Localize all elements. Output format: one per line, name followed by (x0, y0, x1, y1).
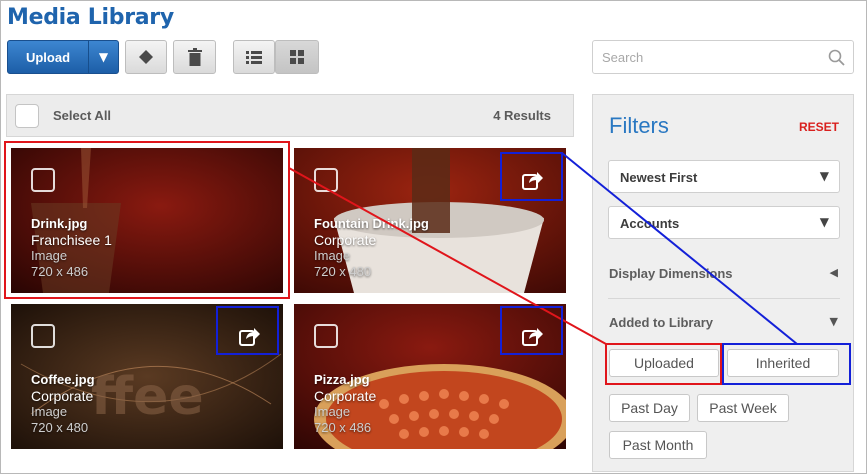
sort-select[interactable]: Newest First ▼ (608, 160, 840, 193)
filter-chip-past-day[interactable]: Past Day (609, 394, 690, 422)
page-title: Media Library (7, 5, 174, 30)
reset-button[interactable]: RESET (799, 120, 839, 134)
selection-bar: Select All 4 Results (6, 94, 574, 137)
chevron-down-icon: ▼ (819, 215, 829, 229)
media-type: Image (31, 248, 68, 263)
dimensions: 720 x 480 (31, 420, 89, 435)
list-view-button[interactable] (233, 40, 275, 74)
chip-label: Uploaded (634, 355, 694, 371)
section-label: Added to Library (609, 315, 714, 330)
list-view-icon (246, 51, 262, 64)
chip-label: Past Day (621, 400, 678, 416)
grid-view-icon (290, 50, 304, 64)
filter-chip-past-month[interactable]: Past Month (609, 431, 707, 459)
tag-icon (139, 50, 153, 64)
trash-icon (187, 48, 202, 66)
media-meta: Coffee.jpg Corporate Image 720 x 480 (31, 372, 95, 436)
media-meta: Fountain Drink.jpg Corporate Image 720 x… (314, 216, 429, 280)
chevron-down-icon: ▼ (819, 169, 829, 183)
grid-view-button[interactable] (275, 40, 319, 74)
media-type: Image (314, 404, 351, 419)
file-name: Drink.jpg (31, 216, 88, 231)
section-label: Display Dimensions (609, 266, 733, 281)
file-name: Pizza.jpg (314, 372, 370, 387)
tile-checkbox[interactable] (314, 168, 338, 192)
chevron-down-icon: ▼ (829, 315, 838, 328)
filter-chip-inherited[interactable]: Inherited (727, 349, 839, 377)
media-tile-fountain-drink[interactable]: Fountain Drink.jpg Corporate Image 720 x… (294, 148, 566, 293)
select-all-label[interactable]: Select All (53, 108, 111, 123)
chip-label: Past Week (709, 400, 777, 416)
chip-label: Inherited (755, 355, 811, 371)
owner: Corporate (31, 388, 94, 404)
media-meta: Pizza.jpg Corporate Image 720 x 486 (314, 372, 376, 436)
file-name: Coffee.jpg (31, 372, 95, 387)
display-dimensions-section[interactable]: Display Dimensions ◀ (608, 263, 840, 285)
file-name: Fountain Drink.jpg (314, 216, 429, 231)
accounts-select[interactable]: Accounts ▼ (608, 206, 840, 239)
filters-title: Filters (609, 113, 669, 138)
media-tile-pizza[interactable]: Pizza.jpg Corporate Image 720 x 486 (294, 304, 566, 449)
edit-tag-button[interactable] (125, 40, 167, 74)
select-all-checkbox[interactable] (15, 104, 39, 128)
upload-button-label: Upload (25, 49, 71, 65)
tile-checkbox[interactable] (31, 168, 55, 192)
svg-text:ffee: ffee (91, 367, 204, 427)
dimensions: 720 x 480 (314, 264, 372, 279)
accounts-select-value: Accounts (620, 216, 680, 231)
divider (608, 298, 840, 299)
media-meta: Drink.jpg Franchisee 1 Image 720 x 486 (31, 216, 112, 280)
media-tile-drink[interactable]: Drink.jpg Franchisee 1 Image 720 x 486 (11, 148, 283, 293)
owner: Corporate (314, 232, 377, 248)
share-icon[interactable] (522, 170, 544, 190)
media-tile-coffee[interactable]: ffee Coffee.jpg Corporate Image 720 x 48… (11, 304, 283, 449)
filter-chip-past-week[interactable]: Past Week (697, 394, 789, 422)
chip-label: Past Month (622, 437, 694, 453)
triangle-down-icon[interactable]: ▼ (89, 50, 118, 64)
tile-checkbox[interactable] (314, 324, 338, 348)
search-icon[interactable] (828, 49, 845, 66)
tile-checkbox[interactable] (31, 324, 55, 348)
dimensions: 720 x 486 (314, 420, 372, 435)
share-icon[interactable] (239, 326, 261, 346)
search-input[interactable] (593, 41, 818, 73)
share-icon[interactable] (522, 326, 544, 346)
upload-button[interactable]: Upload ▼ (7, 40, 119, 74)
owner: Franchisee 1 (31, 232, 112, 248)
sort-select-value: Newest First (620, 170, 698, 185)
owner: Corporate (314, 388, 377, 404)
search-box (592, 40, 854, 74)
filter-chip-uploaded[interactable]: Uploaded (609, 349, 719, 377)
media-type: Image (314, 248, 351, 263)
media-type: Image (31, 404, 68, 419)
dimensions: 720 x 486 (31, 264, 89, 279)
results-count: 4 Results (493, 108, 551, 123)
added-to-library-section[interactable]: Added to Library ▼ (608, 312, 840, 334)
chevron-left-icon: ◀ (829, 266, 838, 279)
delete-button[interactable] (173, 40, 216, 74)
